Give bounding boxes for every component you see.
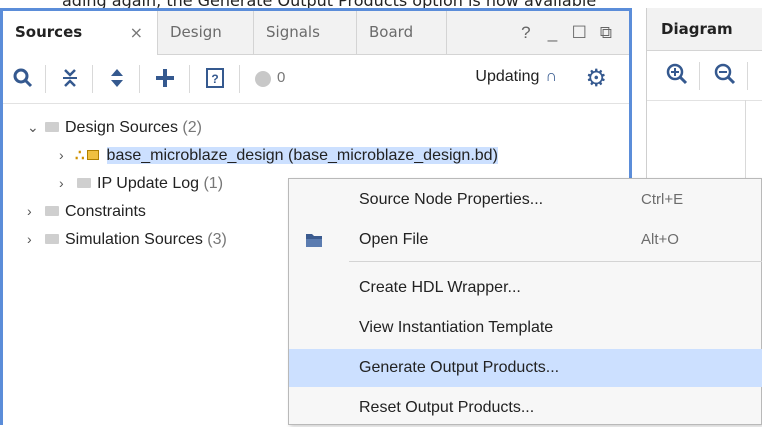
add-icon[interactable] [153, 67, 177, 91]
menu-item-label: Create HDL Wrapper... [359, 279, 521, 296]
zoom-in-icon[interactable] [665, 62, 689, 92]
block-design-square-icon [86, 150, 99, 160]
folder-icon [45, 234, 59, 244]
tab-signals[interactable]: Signals [254, 11, 357, 54]
tree-item-count: (1) [203, 175, 224, 192]
chevron-right-icon[interactable]: › [59, 141, 75, 169]
block-design-icon: ∴ [75, 147, 85, 164]
folder-icon [45, 122, 59, 132]
menu-item-create-hdl-wrapper[interactable]: Create HDL Wrapper... [289, 269, 762, 307]
tree-item-block-design[interactable]: › ∴ base_microblaze_design (base_microblaz… [59, 141, 498, 169]
tree-item-count: (3) [207, 231, 227, 248]
chevron-right-icon[interactable]: › [27, 197, 43, 225]
menu-item-generate-output-products[interactable]: Generate Output Products... [289, 349, 762, 387]
status-text: Updating ∩ [475, 68, 557, 86]
context-menu: Source Node Properties... Ctrl+E Open Fi… [288, 178, 762, 425]
menu-item-label: View Instantiation Template [359, 319, 554, 336]
tree-item-label: Design Sources [65, 119, 178, 136]
folder-icon [77, 178, 91, 188]
menu-item-reset-output-products[interactable]: Reset Output Products... [289, 389, 762, 427]
tab-sources[interactable]: Sources × [3, 11, 158, 55]
toolbar-divider [139, 65, 140, 93]
chevron-down-icon[interactable]: ⌄ [27, 113, 43, 141]
tree-item-label: Constraints [65, 203, 146, 220]
zoom-out-icon[interactable] [713, 62, 737, 92]
tree-item-ip-update-log[interactable]: › IP Update Log (1) [59, 169, 223, 197]
tab-diagram-label: Diagram [661, 20, 733, 38]
menu-item-source-node-properties[interactable]: Source Node Properties... Ctrl+E [289, 181, 762, 219]
menu-item-label: Open File [359, 231, 429, 248]
menu-item-open-file[interactable]: Open File Alt+O [289, 221, 762, 259]
menu-item-label: Source Node Properties... [359, 191, 544, 208]
menu-item-view-instantiation-template[interactable]: View Instantiation Template [289, 309, 762, 347]
toolbar-divider [747, 62, 748, 90]
help-icon[interactable]: ? [203, 67, 227, 91]
diagram-toolbar [647, 52, 762, 101]
minimize-icon[interactable]: _ [542, 11, 564, 54]
tab-design[interactable]: Design [158, 11, 254, 54]
refresh-icon: ∩ [545, 68, 557, 85]
status-count: 0 [277, 69, 286, 86]
toolbar-divider [45, 65, 46, 93]
tab-board-label: Board [369, 23, 414, 41]
block-design-name: base_microblaze_design [106, 147, 284, 164]
tab-board[interactable]: Board [357, 11, 447, 54]
collapse-all-icon[interactable] [58, 67, 82, 91]
gear-icon[interactable]: ⚙ [585, 64, 607, 93]
folder-open-icon [305, 221, 323, 272]
search-icon[interactable] [11, 67, 35, 91]
maximize-icon[interactable]: ☐ [568, 11, 590, 54]
tree-item-label: Simulation Sources [65, 231, 203, 248]
toolbar-divider [699, 62, 700, 90]
tab-design-label: Design [170, 23, 222, 41]
folder-icon [45, 206, 59, 216]
tab-diagram[interactable]: Diagram [647, 8, 762, 51]
help-icon[interactable]: ? [515, 11, 537, 54]
tree-item-label: base_microblaze_design (base_microblaze_… [106, 147, 498, 164]
float-icon[interactable]: ⧉ [595, 11, 617, 54]
menu-item-label: Reset Output Products... [359, 399, 535, 416]
toolbar-divider [92, 65, 93, 93]
block-design-file: (base_microblaze_design.bd) [288, 147, 498, 164]
menu-item-shortcut: Alt+O [641, 231, 679, 248]
tab-sources-label: Sources [15, 23, 83, 41]
tree-item-constraints[interactable]: › Constraints [27, 197, 146, 225]
tree-item-count: (2) [182, 119, 202, 136]
sources-toolbar: ? 0 Updating ∩ ⚙ [3, 55, 629, 104]
tree-item-design-sources[interactable]: ⌄ Design Sources (2) [27, 113, 202, 141]
svg-text:?: ? [211, 72, 218, 86]
toolbar-divider [239, 65, 240, 93]
menu-item-label: Generate Output Products... [359, 359, 560, 376]
tree-item-simulation-sources[interactable]: › Simulation Sources (3) [27, 225, 227, 253]
menu-separator [349, 261, 762, 262]
chevron-right-icon[interactable]: › [27, 225, 43, 253]
tab-signals-label: Signals [266, 23, 320, 41]
close-icon[interactable]: × [130, 11, 143, 54]
tree-item-label: IP Update Log [97, 175, 200, 192]
status-label: Updating [475, 68, 540, 85]
toolbar-divider [189, 65, 190, 93]
status-dot-icon [255, 71, 271, 87]
window-controls: ? _ ☐ ⧉ [515, 11, 617, 54]
chevron-right-icon[interactable]: › [59, 169, 75, 197]
expand-all-icon[interactable] [105, 67, 129, 91]
tab-bar: Sources × Design Signals Board ? _ ☐ ⧉ [3, 11, 629, 55]
menu-item-shortcut: Ctrl+E [641, 191, 684, 208]
